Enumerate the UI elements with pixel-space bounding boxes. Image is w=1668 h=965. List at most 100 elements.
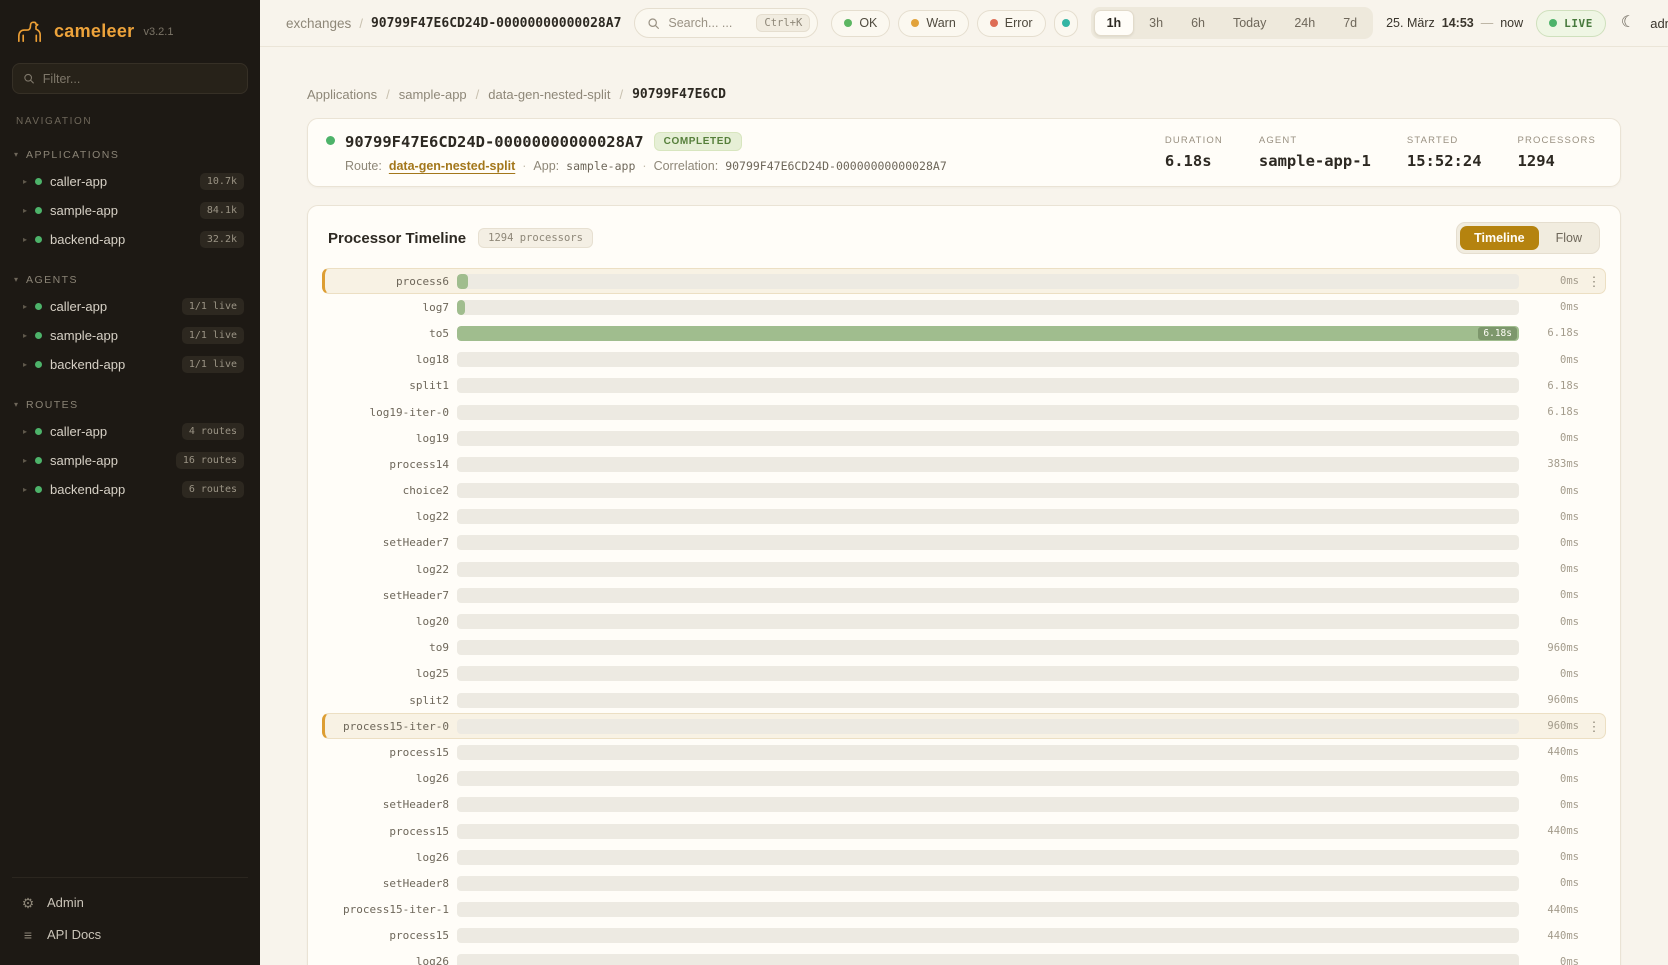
timeline-row[interactable]: setHeader80ms⋮ <box>322 870 1606 896</box>
timeline-row[interactable]: log260ms⋮ <box>322 844 1606 870</box>
timeline-track <box>457 666 1519 681</box>
filter-ok[interactable]: OK <box>831 10 890 37</box>
sidebar-item-backend-app[interactable]: ▸backend-app1/1 live <box>12 350 248 379</box>
timeline-row[interactable]: log200ms⋮ <box>322 608 1606 634</box>
breadcrumb-item-data-gen-nested-split[interactable]: data-gen-nested-split <box>488 87 610 102</box>
timeline-row[interactable]: split16.18s⋮ <box>322 373 1606 399</box>
meta-separator: · <box>522 159 526 173</box>
time-text: 14:53 <box>1442 16 1474 30</box>
breadcrumb-section[interactable]: exchanges <box>286 16 351 31</box>
timeline-row[interactable]: to9960ms⋮ <box>322 635 1606 661</box>
sidebar-section-header[interactable]: ▾AGENTS <box>12 270 248 292</box>
sidebar-footer: ⚙Admin ≡API Docs <box>12 877 248 949</box>
sidebar-footer-admin[interactable]: ⚙Admin <box>12 888 248 917</box>
sidebar-item-label: caller-app <box>50 424 107 439</box>
sidebar-item-sample-app[interactable]: ▸sample-app1/1 live <box>12 321 248 350</box>
processor-name: setHeader7 <box>327 589 449 602</box>
status-dot <box>35 236 42 243</box>
time-range-3h[interactable]: 3h <box>1136 10 1176 36</box>
view-timeline-button[interactable]: Timeline <box>1460 226 1538 250</box>
sidebar-item-badge: 1/1 live <box>182 327 244 344</box>
meta-separator: · <box>642 159 646 173</box>
sidebar-footer-api-docs[interactable]: ≡API Docs <box>12 920 248 949</box>
view-flow-button[interactable]: Flow <box>1542 226 1596 250</box>
sidebar-item-backend-app[interactable]: ▸backend-app6 routes <box>12 475 248 504</box>
timeline-row[interactable]: log70ms⋮ <box>322 294 1606 320</box>
timeline-row[interactable]: process15-iter-0960ms⋮ <box>322 713 1606 739</box>
sidebar-filter-input[interactable] <box>43 72 237 86</box>
row-menu-button[interactable]: ⋮ <box>1587 720 1601 733</box>
sidebar-section-header[interactable]: ▾APPLICATIONS <box>12 145 248 167</box>
duration-value: 6.18s <box>1527 406 1579 418</box>
processor-name: process15-iter-0 <box>327 720 449 733</box>
filter-warn[interactable]: Warn <box>898 10 968 37</box>
timeline-row[interactable]: log190ms⋮ <box>322 425 1606 451</box>
stat-value: 15:52:24 <box>1407 152 1482 170</box>
duration-value: 383ms <box>1527 458 1579 470</box>
timeline-row[interactable]: setHeader70ms⋮ <box>322 582 1606 608</box>
timeline-row[interactable]: log260ms⋮ <box>322 949 1606 965</box>
sidebar-item-caller-app[interactable]: ▸caller-app4 routes <box>12 417 248 446</box>
timeline-row[interactable]: process60ms⋮ <box>322 268 1606 294</box>
timeline-track <box>457 850 1519 865</box>
sidebar-item-caller-app[interactable]: ▸caller-app10.7k <box>12 167 248 196</box>
topbar: exchanges / 90799F47E6CD24D-000000000000… <box>260 0 1668 47</box>
timeline-row[interactable]: process15440ms⋮ <box>322 739 1606 765</box>
stat-label: DURATION <box>1165 135 1223 146</box>
route-link[interactable]: data-gen-nested-split <box>389 159 515 173</box>
timeline-row[interactable]: log260ms⋮ <box>322 766 1606 792</box>
filter-label: Warn <box>926 16 955 30</box>
timeline-row[interactable]: log250ms⋮ <box>322 661 1606 687</box>
timeline-row[interactable]: process15440ms⋮ <box>322 818 1606 844</box>
range-now: now <box>1500 16 1523 30</box>
processor-name: log26 <box>327 955 449 965</box>
timeline-row[interactable]: split2960ms⋮ <box>322 687 1606 713</box>
timeline-row[interactable]: process15-iter-1440ms⋮ <box>322 897 1606 923</box>
duration-value: 960ms <box>1527 642 1579 654</box>
chevron-right-icon: ▸ <box>23 207 27 215</box>
sidebar-item-sample-app[interactable]: ▸sample-app84.1k <box>12 196 248 225</box>
timeline-row[interactable]: setHeader70ms⋮ <box>322 530 1606 556</box>
live-status-dot <box>1549 19 1557 27</box>
timeline-row[interactable]: log220ms⋮ <box>322 556 1606 582</box>
app-logo[interactable]: cameleer v3.2.1 <box>12 12 248 63</box>
live-toggle[interactable]: LIVE <box>1536 10 1606 37</box>
sidebar-section-header[interactable]: ▾ROUTES <box>12 395 248 417</box>
processor-name: process15 <box>327 929 449 942</box>
timeline-track <box>457 588 1519 603</box>
time-range-1h[interactable]: 1h <box>1094 10 1135 36</box>
duration-value: 0ms <box>1527 301 1579 313</box>
filter-more[interactable] <box>1054 10 1078 37</box>
time-range-6h[interactable]: 6h <box>1178 10 1218 36</box>
chevron-down-icon: ▾ <box>14 401 18 409</box>
time-range-7d[interactable]: 7d <box>1330 10 1370 36</box>
sidebar-item-backend-app[interactable]: ▸backend-app32.2k <box>12 225 248 254</box>
timeline-row[interactable]: log19-iter-06.18s⋮ <box>322 399 1606 425</box>
time-range-today[interactable]: Today <box>1220 10 1279 36</box>
search-input[interactable] <box>668 16 748 30</box>
timeline-row[interactable]: log220ms⋮ <box>322 504 1606 530</box>
breadcrumb-item-sample-app[interactable]: sample-app <box>399 87 467 102</box>
breadcrumb-separator: / <box>619 87 623 102</box>
sidebar-item-caller-app[interactable]: ▸caller-app1/1 live <box>12 292 248 321</box>
breadcrumb-item-applications[interactable]: Applications <box>307 87 377 102</box>
timeline-row[interactable]: process14383ms⋮ <box>322 451 1606 477</box>
dark-mode-toggle[interactable]: ☾ <box>1621 15 1635 31</box>
timeline-row[interactable]: choice20ms⋮ <box>322 478 1606 504</box>
stat-value: sample-app-1 <box>1259 152 1371 170</box>
timeline-row[interactable]: setHeader80ms⋮ <box>322 792 1606 818</box>
global-search[interactable]: Ctrl+K <box>634 8 818 38</box>
row-menu-button[interactable]: ⋮ <box>1587 275 1601 288</box>
timeline-row[interactable]: process15440ms⋮ <box>322 923 1606 949</box>
sidebar: cameleer v3.2.1 NAVIGATION ▾APPLICATIONS… <box>0 0 260 965</box>
processor-name: setHeader7 <box>327 536 449 549</box>
page-breadcrumb: Applications/sample-app/data-gen-nested-… <box>307 87 1621 102</box>
sidebar-item-sample-app[interactable]: ▸sample-app16 routes <box>12 446 248 475</box>
timeline-row[interactable]: to56.18s6.18s⋮ <box>322 320 1606 346</box>
timeline-row[interactable]: log180ms⋮ <box>322 347 1606 373</box>
filter-error[interactable]: Error <box>977 10 1046 37</box>
time-range-24h[interactable]: 24h <box>1281 10 1328 36</box>
exchange-summary-card: 90799F47E6CD24D-00000000000028A7 COMPLET… <box>307 118 1621 187</box>
status-dot <box>35 486 42 493</box>
processor-name: choice2 <box>327 484 449 497</box>
